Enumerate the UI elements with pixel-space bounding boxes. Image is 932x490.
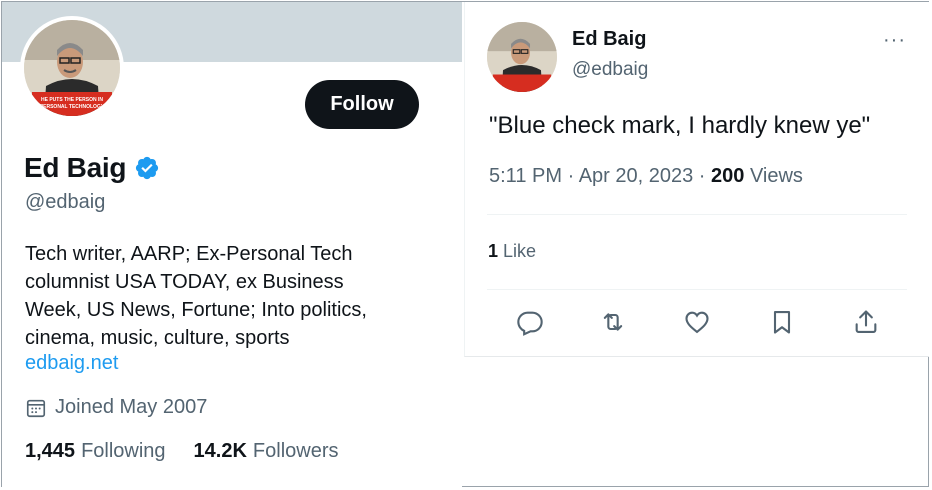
bio-line: cinema, music, culture, sports (25, 327, 290, 349)
tweet-meta: 5:11 PM · Apr 20, 2023 · 200 Views (489, 165, 803, 188)
tweet-date[interactable]: Apr 20, 2023 (579, 165, 694, 187)
profile-avatar[interactable]: HE PUTS THE PERSON IN PERSONAL TECHNOLOG… (20, 16, 124, 120)
bookmark-icon[interactable] (765, 305, 799, 339)
follow-button[interactable]: Follow (305, 80, 419, 129)
tweet-card: Ed Baig @edbaig ··· "Blue check mark, I … (464, 2, 929, 357)
svg-text:PERSONAL TECHNOLOGY: PERSONAL TECHNOLOGY (40, 104, 105, 110)
tweet-author-name[interactable]: Ed Baig (572, 28, 646, 51)
bio-line: Tech writer, AARP; Ex-Personal Tech (25, 243, 353, 265)
joined-date: Joined May 2007 (25, 396, 207, 419)
profile-name-row: Ed Baig (24, 152, 160, 184)
tweet-actions (465, 305, 929, 339)
avatar-photo: HE PUTS THE PERSON IN PERSONAL TECHNOLOG… (24, 20, 120, 116)
following-link[interactable]: 1,445 Following (25, 440, 166, 463)
tweet-time[interactable]: 5:11 PM (489, 165, 562, 187)
tweet-author-handle[interactable]: @edbaig (572, 59, 648, 81)
views-label: Views (749, 165, 803, 187)
followers-link[interactable]: 14.2K Followers (194, 440, 339, 463)
likes-stat[interactable]: 1 Like (488, 241, 536, 262)
profile-card: HE PUTS THE PERSON IN PERSONAL TECHNOLOG… (2, 2, 462, 488)
more-options-icon[interactable]: ··· (883, 29, 906, 52)
verified-badge-icon (136, 156, 159, 180)
divider (487, 289, 907, 290)
profile-name: Ed Baig (24, 152, 127, 183)
followers-count: 14.2K (193, 440, 247, 462)
views-count: 200 (711, 165, 745, 187)
follow-stats: 1,445 Following 14.2K Followers (25, 440, 339, 463)
tweet-text: "Blue check mark, I hardly knew ye" (489, 112, 871, 139)
bio-line: Week, US News, Fortune; Into politics, (25, 299, 367, 321)
reply-icon[interactable] (513, 305, 547, 339)
calendar-icon (26, 399, 46, 417)
retweet-icon[interactable] (596, 305, 630, 339)
like-icon[interactable] (680, 305, 714, 339)
following-label: Following (81, 440, 166, 462)
profile-handle: @edbaig (25, 191, 106, 213)
divider (487, 214, 907, 215)
likes-label: Like (503, 241, 537, 261)
tweet-author-avatar[interactable] (487, 22, 557, 92)
screenshot-frame: HE PUTS THE PERSON IN PERSONAL TECHNOLOG… (1, 1, 929, 488)
joined-label: Joined May 2007 (55, 396, 208, 418)
likes-count: 1 (488, 241, 499, 261)
meta-separator: · (698, 165, 711, 187)
bio-line: columnist USA TODAY, ex Business (25, 271, 344, 293)
website-link[interactable]: edbaig.net (25, 352, 118, 375)
svg-text:HE PUTS THE PERSON IN: HE PUTS THE PERSON IN (41, 97, 103, 103)
profile-bio: Tech writer, AARP; Ex-Personal Tech colu… (25, 240, 425, 352)
meta-separator: · (567, 165, 579, 187)
share-icon[interactable] (849, 305, 883, 339)
following-count: 1,445 (25, 440, 76, 462)
followers-label: Followers (252, 440, 339, 462)
